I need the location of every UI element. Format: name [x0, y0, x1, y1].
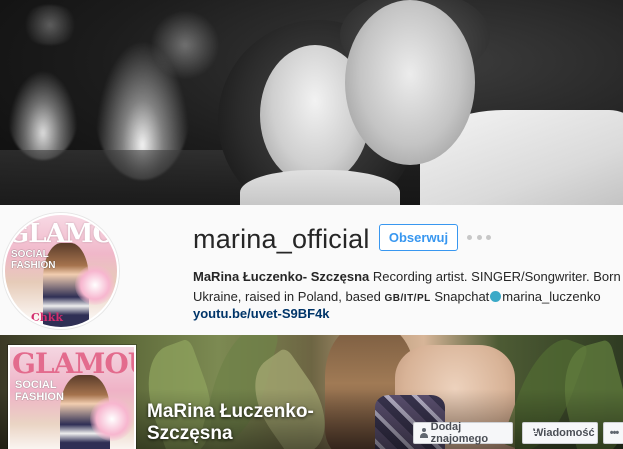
bio-snap-label: Snapchat — [430, 289, 490, 304]
avatar-magazine-subtitle: SOCIAL FASHION — [15, 379, 64, 403]
dot — [486, 234, 491, 240]
firework-left — [8, 70, 78, 160]
add-friend-button[interactable]: Dodaj znajomego — [413, 421, 513, 445]
avatar-flowers — [75, 265, 115, 305]
bio-name: MaRina Łuczenko- Szczęsna — [193, 269, 370, 284]
man-face — [345, 0, 475, 165]
avatar-magazine-subtitle: SOCIAL FASHION — [11, 249, 56, 271]
name-line-1: MaRina Łuczenko- — [147, 401, 314, 422]
facebook-cover: GLAMOUR SOCIAL FASHION MaRina Łuczenko- … — [0, 335, 623, 449]
dot — [476, 234, 482, 240]
add-friend-icon — [420, 428, 428, 438]
snapchat-icon — [490, 291, 502, 302]
dot — [467, 234, 472, 240]
name-line-2: Szczęsna — [147, 423, 233, 444]
more-options-button[interactable]: ••• — [603, 422, 623, 444]
instagram-profile: GLAMOUR SOCIAL FASHION Chkk marina_offic… — [0, 205, 623, 335]
facebook-avatar[interactable]: GLAMOUR SOCIAL FASHION — [8, 345, 136, 449]
message-button[interactable]: Wiadomość — [522, 422, 598, 444]
firework-top — [20, 5, 80, 45]
instagram-username: marina_official — [193, 224, 370, 254]
message-label: Wiadomość — [533, 427, 595, 439]
avatar-magazine-title: GLAMOUR — [7, 219, 117, 249]
more-dots-icon[interactable] — [467, 227, 491, 247]
follow-button[interactable]: Obserwuj — [379, 224, 458, 251]
bio-snap-handle: marina_luczenko — [502, 289, 601, 304]
avatar-magazine-tag: Chkk — [31, 311, 63, 324]
instagram-avatar[interactable]: GLAMOUR SOCIAL FASHION Chkk — [3, 213, 119, 329]
avatar-flowers — [90, 397, 134, 441]
woman-shoulder — [240, 170, 400, 205]
instagram-bio-link[interactable]: youtu.be/uvet-S9BF4k — [193, 306, 330, 321]
photo-crowd — [0, 150, 250, 205]
instagram-bio: MaRina Łuczenko- Szczęsna Recording arti… — [193, 267, 623, 309]
firework-glow — [150, 10, 220, 80]
bio-countries: GB/IT/PL — [384, 293, 431, 304]
cover-photo — [0, 0, 623, 205]
more-dots-icon: ••• — [609, 427, 620, 439]
add-friend-label: Dodaj znajomego — [430, 421, 489, 445]
avatar-magazine-title: GLAMOUR — [12, 347, 134, 380]
facebook-profile-name[interactable]: MaRina Łuczenko- Szczęsna — [147, 401, 314, 445]
